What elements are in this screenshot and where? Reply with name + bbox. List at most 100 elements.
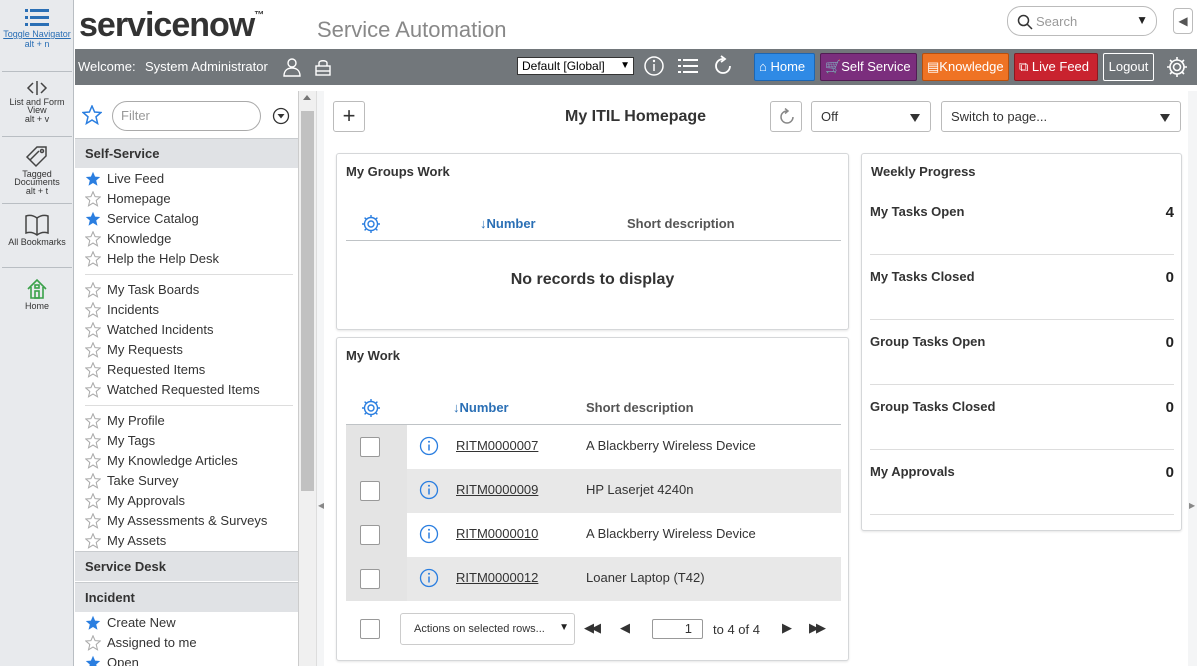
list-settings-gear-icon[interactable]: [361, 398, 381, 418]
refresh-homepage-button[interactable]: [770, 101, 802, 132]
nav-options-dropdown-icon[interactable]: [272, 107, 290, 125]
toggle-navigator-button[interactable]: Toggle Navigator alt + n: [0, 8, 74, 49]
row-checkbox[interactable]: [360, 437, 380, 457]
next-page-icon[interactable]: ▶: [782, 620, 792, 636]
nav-module-item[interactable]: Assigned to me: [75, 633, 298, 653]
global-search-input[interactable]: Search ▼: [1007, 6, 1157, 36]
user-name[interactable]: System Administrator: [145, 59, 268, 74]
favorite-star-icon[interactable]: [85, 533, 101, 549]
nav-module-item[interactable]: My Assets: [75, 531, 298, 551]
list-settings-gear-icon[interactable]: [361, 214, 381, 234]
knowledge-nav-button[interactable]: ▤Knowledge: [922, 53, 1009, 81]
nav-module-item[interactable]: My Approvals: [75, 491, 298, 511]
nav-section-header[interactable]: Incident: [75, 582, 298, 612]
favorite-star-icon[interactable]: [85, 362, 101, 378]
list-form-view-button[interactable]: List and Form View alt + v: [0, 80, 74, 124]
nav-module-item[interactable]: Watched Requested Items: [75, 380, 298, 400]
search-dropdown-icon[interactable]: ▼: [1136, 13, 1148, 27]
collapse-header-button[interactable]: ◀: [1173, 8, 1193, 34]
favorite-star-icon[interactable]: [85, 302, 101, 318]
nav-module-item[interactable]: My Tags: [75, 431, 298, 451]
nav-module-item[interactable]: Requested Items: [75, 360, 298, 380]
nav-module-item[interactable]: My Assessments & Surveys: [75, 511, 298, 531]
favorite-star-icon[interactable]: [85, 493, 101, 509]
live-feed-nav-button[interactable]: ⧉ Live Feed: [1014, 53, 1098, 81]
table-row[interactable]: RITM0000012 Loaner Laptop (T42): [346, 557, 841, 601]
nav-module-item[interactable]: Help the Help Desk: [75, 249, 298, 269]
favorite-star-icon[interactable]: [85, 382, 101, 398]
nav-module-item[interactable]: Open: [75, 653, 298, 666]
preview-info-icon[interactable]: [419, 436, 439, 456]
scroll-up-arrow[interactable]: [303, 95, 311, 100]
progress-row[interactable]: Group Tasks Closed 0: [870, 385, 1174, 450]
favorite-star-icon[interactable]: [85, 473, 101, 489]
select-all-checkbox[interactable]: [360, 619, 380, 639]
nav-collapse-divider[interactable]: ◀: [316, 91, 324, 666]
progress-row[interactable]: My Tasks Open 4: [870, 190, 1174, 255]
info-icon[interactable]: [643, 55, 665, 77]
nav-module-item[interactable]: My Task Boards: [75, 280, 298, 300]
short-description-column-header[interactable]: Short description: [586, 400, 694, 415]
nav-module-item[interactable]: Live Feed: [75, 169, 298, 189]
nav-module-item[interactable]: Take Survey: [75, 471, 298, 491]
favorite-star-icon[interactable]: [85, 433, 101, 449]
number-column-header[interactable]: ↓Number: [480, 216, 536, 231]
nav-module-item[interactable]: Homepage: [75, 189, 298, 209]
nav-module-item[interactable]: Watched Incidents: [75, 320, 298, 340]
progress-row[interactable]: Group Tasks Open 0: [870, 320, 1174, 385]
favorite-star-filled-icon[interactable]: [85, 655, 101, 666]
tagged-documents-button[interactable]: Tagged Documents alt + t: [0, 144, 74, 196]
progress-row[interactable]: My Approvals 0: [870, 450, 1174, 515]
add-content-button[interactable]: +: [333, 101, 365, 132]
list-view-icon[interactable]: [677, 55, 699, 77]
nav-module-item[interactable]: Create New: [75, 613, 298, 633]
last-page-icon[interactable]: ▶▶: [809, 620, 826, 636]
favorite-star-filled-icon[interactable]: [85, 615, 101, 631]
nav-module-item[interactable]: My Requests: [75, 340, 298, 360]
row-checkbox[interactable]: [360, 525, 380, 545]
nav-module-item[interactable]: Knowledge: [75, 229, 298, 249]
table-row[interactable]: RITM0000010 A Blackberry Wireless Device: [346, 513, 841, 557]
row-checkbox[interactable]: [360, 481, 380, 501]
home-nav-button[interactable]: ⌂ Home: [754, 53, 815, 81]
favorite-star-icon[interactable]: [85, 282, 101, 298]
favorite-star-icon[interactable]: [85, 635, 101, 651]
progress-row[interactable]: My Tasks Closed 0: [870, 255, 1174, 320]
record-number-link[interactable]: RITM0000009: [456, 482, 538, 497]
all-bookmarks-button[interactable]: All Bookmarks: [0, 214, 74, 247]
record-number-link[interactable]: RITM0000012: [456, 570, 538, 585]
favorite-star-icon[interactable]: [85, 453, 101, 469]
domain-select[interactable]: Default [Global] ▼: [517, 57, 634, 75]
favorite-star-icon[interactable]: [85, 513, 101, 529]
favorite-star-filled-icon[interactable]: [85, 171, 101, 187]
logout-button[interactable]: Logout: [1103, 53, 1154, 81]
servicenow-logo[interactable]: servicenow™: [79, 6, 264, 45]
settings-gear-icon[interactable]: [1166, 56, 1188, 78]
record-number-link[interactable]: RITM0000007: [456, 438, 538, 453]
switch-page-select[interactable]: Switch to page...: [941, 101, 1181, 132]
self-service-nav-button[interactable]: 🛒Self Service: [820, 53, 917, 81]
favorite-star-icon[interactable]: [85, 191, 101, 207]
nav-filter-input[interactable]: Filter: [112, 101, 261, 131]
short-description-column-header[interactable]: Short description: [627, 216, 735, 231]
favorite-star-icon[interactable]: [85, 413, 101, 429]
favorite-star-filled-icon[interactable]: [85, 211, 101, 227]
nav-module-item[interactable]: My Profile: [75, 411, 298, 431]
nav-scrollbar[interactable]: [299, 91, 316, 666]
favorite-star-icon[interactable]: [85, 251, 101, 267]
refresh-icon[interactable]: [712, 55, 734, 77]
list-actions-select[interactable]: Actions on selected rows... ▼: [400, 613, 575, 645]
favorite-star-icon[interactable]: [85, 342, 101, 358]
previous-page-icon[interactable]: ◀: [620, 620, 630, 636]
preview-info-icon[interactable]: [419, 524, 439, 544]
nav-module-item[interactable]: Service Catalog: [75, 209, 298, 229]
lock-icon[interactable]: [313, 57, 333, 77]
row-checkbox[interactable]: [360, 569, 380, 589]
favorite-star-icon[interactable]: [85, 322, 101, 338]
preview-info-icon[interactable]: [419, 480, 439, 500]
table-row[interactable]: RITM0000009 HP Laserjet 4240n: [346, 469, 841, 513]
right-collapse-divider[interactable]: ▶: [1188, 91, 1197, 666]
page-number-input[interactable]: 1: [652, 619, 703, 639]
table-row[interactable]: RITM0000007 A Blackberry Wireless Device: [346, 425, 841, 469]
favorite-star-icon[interactable]: [85, 231, 101, 247]
